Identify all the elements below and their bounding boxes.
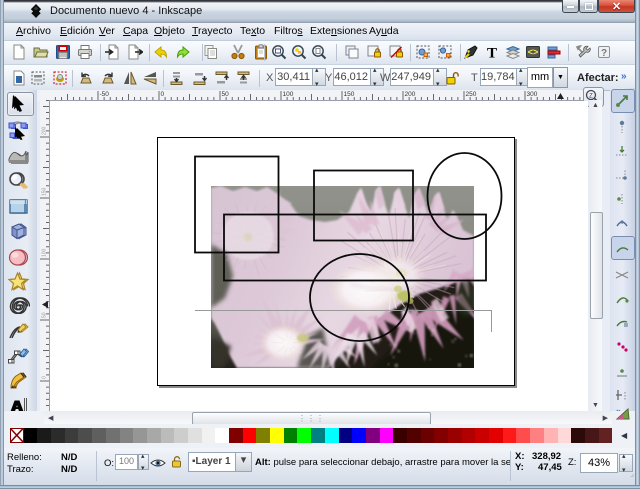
svg-text:T: T [487,46,497,61]
svg-text:<>: <> [528,47,539,57]
svg-text:?: ? [601,48,607,59]
svg-text:Z: Z [589,94,593,100]
